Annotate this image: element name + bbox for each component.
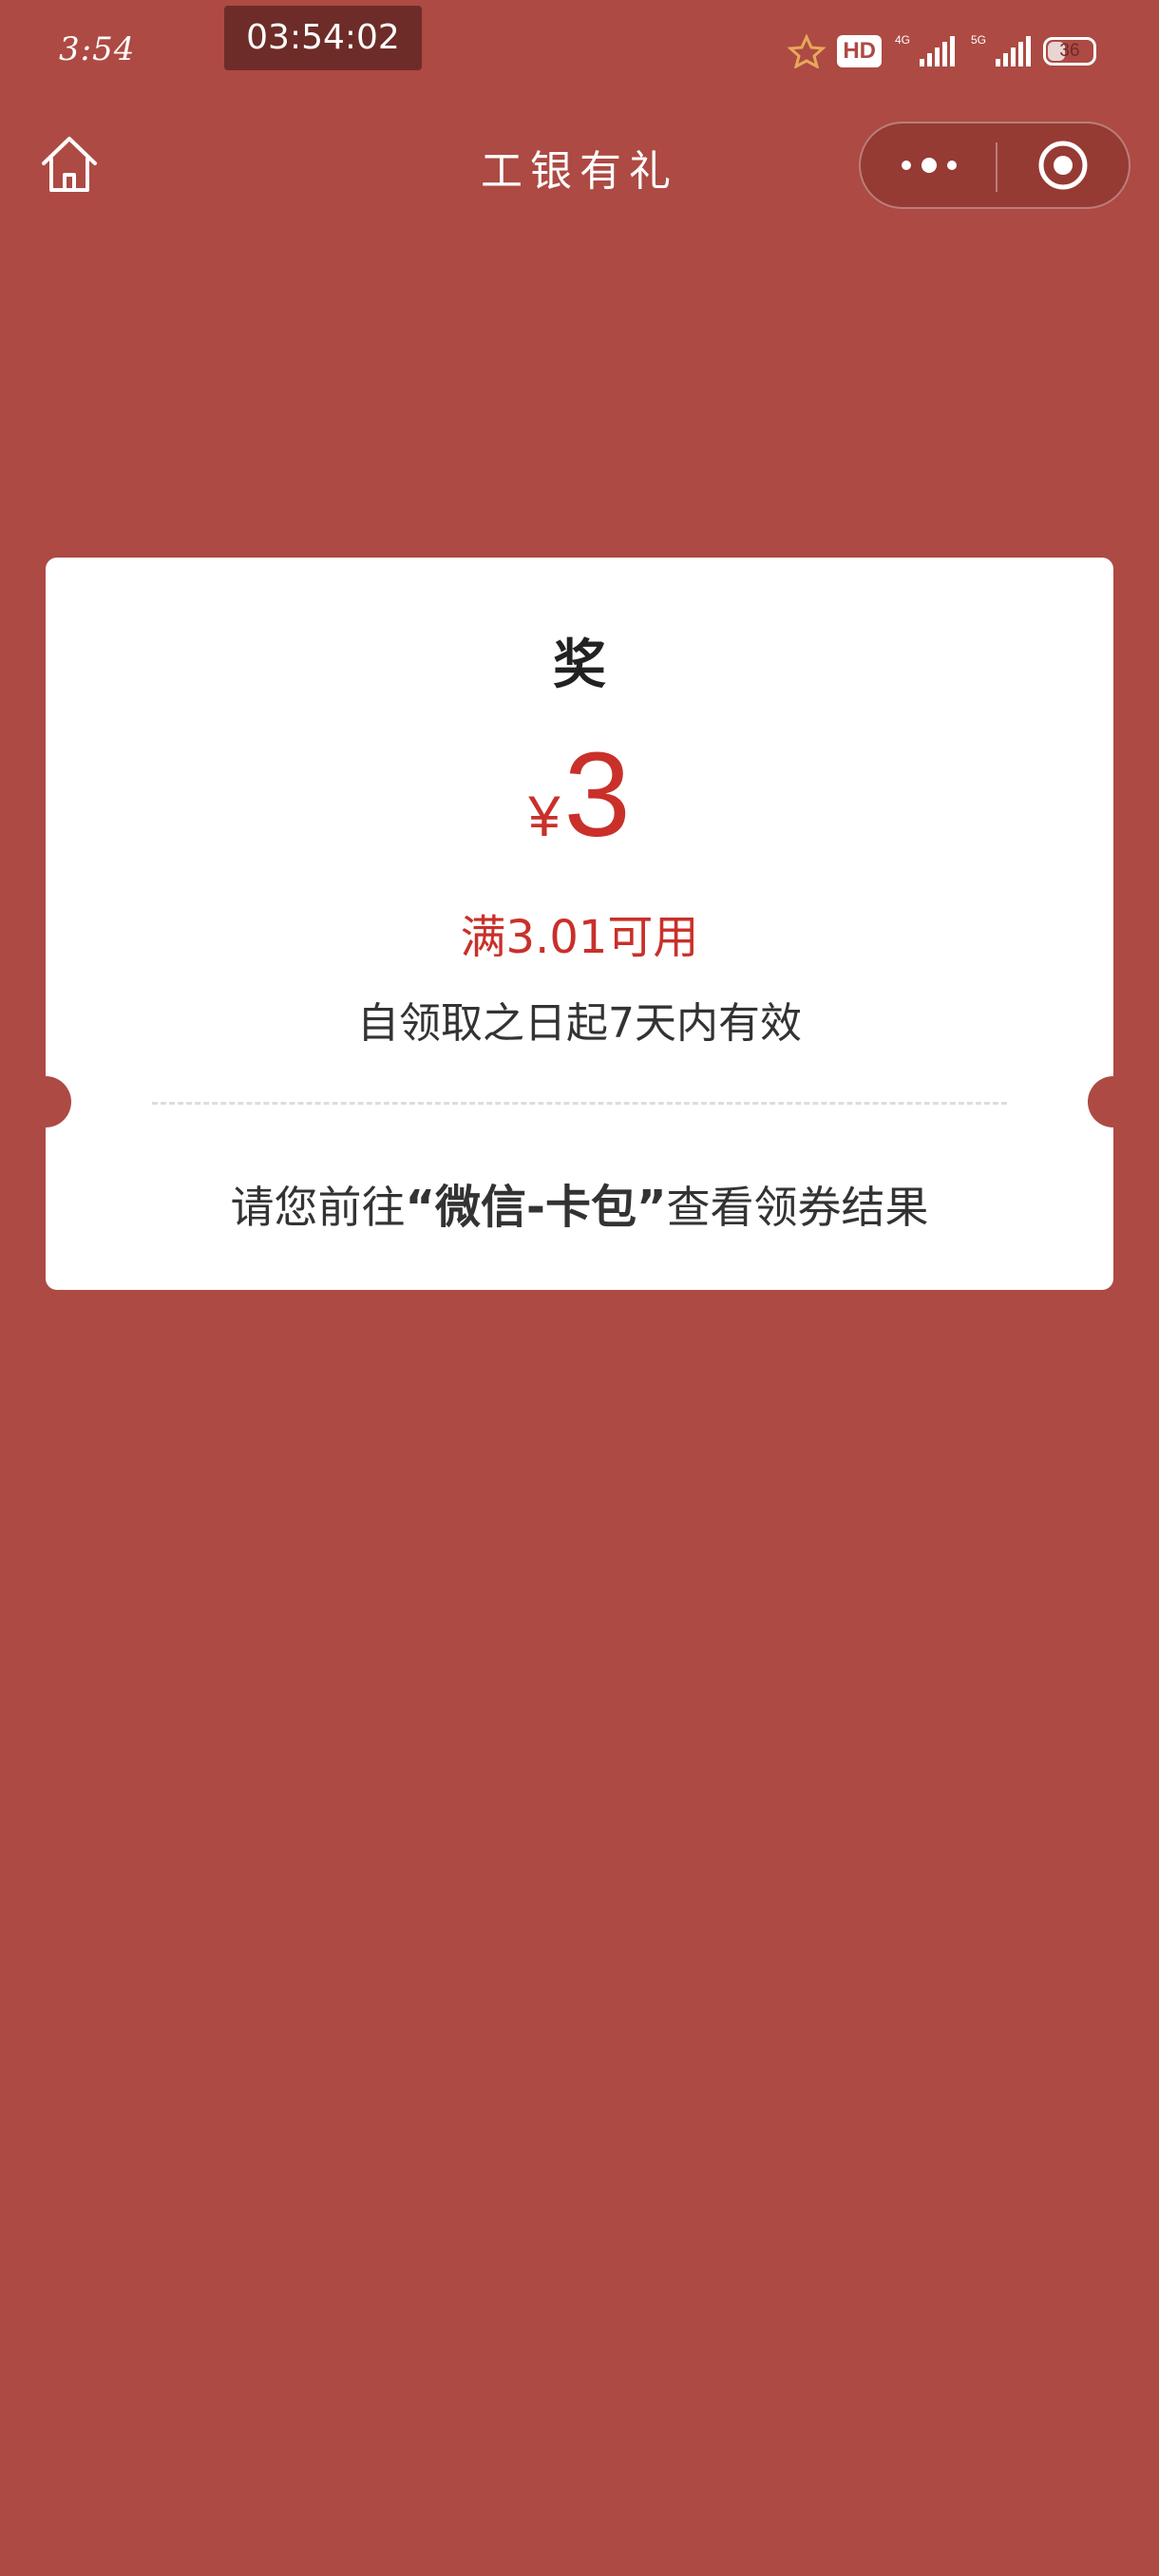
signal-5g-icon: 5G xyxy=(971,33,1031,66)
instruction-suffix: 查看领券结果 xyxy=(666,1182,929,1233)
prize-title: 奖 xyxy=(553,635,606,696)
wechat-cardbag-link[interactable]: “微信-卡包” xyxy=(405,1181,666,1234)
star-notification-icon xyxy=(787,34,826,68)
coupon-amount: ¥3 xyxy=(46,735,1113,855)
instruction-text: 请您前往“微信-卡包”查看领券结果 xyxy=(46,1169,1113,1236)
signal-4g-icon: 4G xyxy=(895,33,955,66)
ticket-notch-left xyxy=(20,1076,71,1127)
validity-period: 自领取之日起7天内有效 xyxy=(357,999,802,1048)
hd-voice-icon: HD xyxy=(837,35,882,67)
battery-icon: 36 xyxy=(1043,37,1096,66)
dashed-divider xyxy=(152,1102,1007,1105)
usage-condition: 满3.01可用 xyxy=(460,911,699,964)
currency-symbol: ¥ xyxy=(528,785,560,848)
svg-text:4G: 4G xyxy=(895,33,910,47)
instruction-prefix: 请您前往 xyxy=(230,1182,406,1233)
miniprogram-capsule xyxy=(859,122,1130,209)
status-icons: HD 4G 5G 36 xyxy=(786,32,1096,70)
more-button[interactable] xyxy=(861,123,997,207)
coupon-card: 奖 ¥3 满3.01可用 自领取之日起7天内有效 请您前往“微信-卡包”查看领券… xyxy=(46,558,1113,1290)
amount-value: 3 xyxy=(563,728,631,862)
close-miniprogram-button[interactable] xyxy=(997,123,1130,207)
status-time: 3:54 xyxy=(59,30,136,68)
more-dots-icon xyxy=(901,158,957,173)
target-close-icon xyxy=(1038,141,1088,190)
battery-level: 36 xyxy=(1059,41,1080,61)
ticket-notch-right xyxy=(1088,1076,1139,1127)
screen-recorder-timer[interactable]: 03:54:02 xyxy=(224,6,422,70)
svg-text:5G: 5G xyxy=(971,33,986,47)
